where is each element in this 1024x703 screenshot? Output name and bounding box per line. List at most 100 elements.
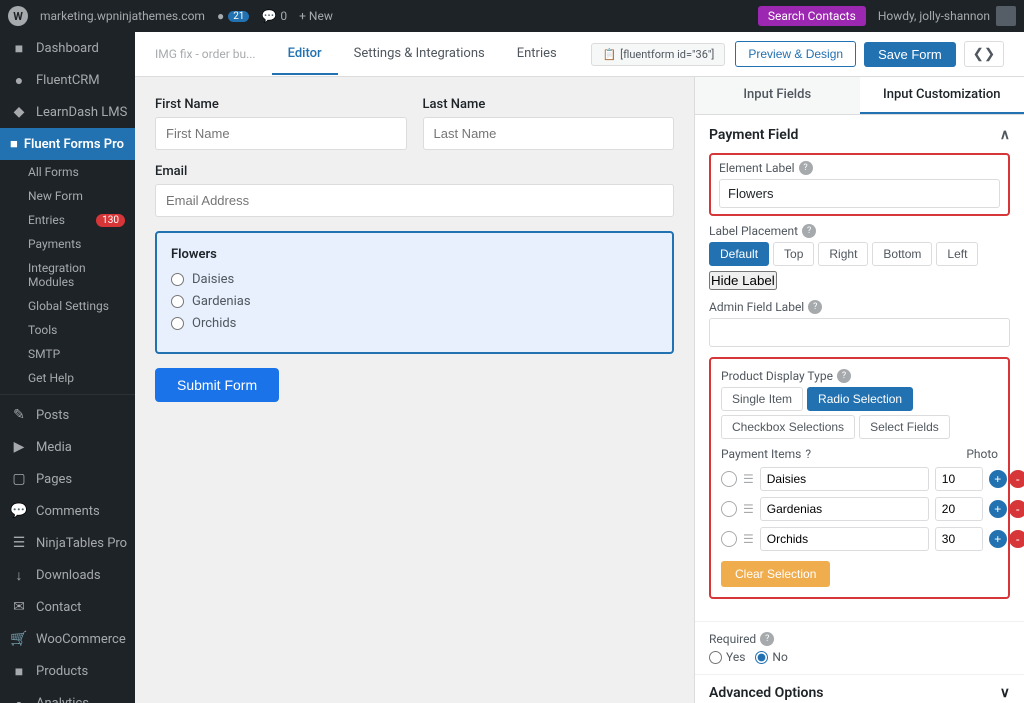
sidebar-item-products[interactable]: ■ Products: [0, 655, 135, 687]
payment-items-info-icon[interactable]: ?: [805, 447, 811, 461]
clear-selection-button[interactable]: Clear Selection: [721, 561, 830, 587]
product-display-type-info-icon[interactable]: ?: [837, 369, 851, 383]
sidebar-item-payments[interactable]: Payments: [0, 232, 135, 256]
item-actions-2: + -: [989, 500, 1024, 518]
admin-field-label-input[interactable]: [709, 318, 1010, 347]
radio-gardenias[interactable]: [171, 295, 184, 308]
search-contacts-button[interactable]: Search Contacts: [758, 6, 866, 26]
sidebar-item-global-settings[interactable]: Global Settings: [0, 294, 135, 318]
sidebar-item-downloads[interactable]: ↓ Downloads: [0, 559, 135, 591]
label-placement-buttons: Default Top Right Bottom Left: [709, 242, 1010, 266]
drag-handle-2[interactable]: ☰: [743, 502, 754, 516]
sidebar-item-new-form[interactable]: New Form: [0, 184, 135, 208]
sidebar-item-media[interactable]: ▶ Media: [0, 431, 135, 463]
item-add-button-2[interactable]: +: [989, 500, 1007, 518]
first-name-field: First Name: [155, 97, 407, 150]
sidebar-item-fluentcrm[interactable]: ● FluentCRM: [0, 64, 135, 96]
fluent-forms-icon: ■: [10, 136, 18, 152]
sidebar-item-learndash[interactable]: ◆ LearnDash LMS: [0, 96, 135, 128]
payment-field-collapse-icon[interactable]: ∧: [1000, 127, 1010, 143]
required-info-icon[interactable]: ?: [760, 632, 774, 646]
shortcode-box[interactable]: 📋 [fluentform id="36"]: [591, 43, 725, 66]
sidebar-item-comments[interactable]: 💬 Comments: [0, 495, 135, 527]
sidebar-item-ninja-tables[interactable]: ☰ NinjaTables Pro: [0, 527, 135, 559]
notifications[interactable]: ● 21: [217, 9, 250, 23]
item-name-input-1[interactable]: [760, 467, 929, 491]
radio-option-3: Orchids: [171, 316, 658, 331]
sidebar-item-integration-modules[interactable]: Integration Modules: [0, 256, 135, 294]
display-checkbox-selections-button[interactable]: Checkbox Selections: [721, 415, 855, 439]
item-remove-button-2[interactable]: -: [1009, 500, 1024, 518]
sidebar-item-contact[interactable]: ✉ Contact: [0, 591, 135, 623]
breadcrumb: IMG fix - order bu...: [155, 47, 256, 61]
panel-tabs: Input Fields Input Customization: [695, 77, 1024, 115]
payment-item-row-2: ☰ + -: [721, 497, 998, 521]
submit-form-button[interactable]: Submit Form: [155, 368, 279, 402]
required-no-radio[interactable]: [755, 651, 768, 664]
sidebar-item-analytics[interactable]: ▪ Analytics: [0, 687, 135, 703]
sidebar-item-all-forms[interactable]: All Forms: [0, 160, 135, 184]
display-select-fields-button[interactable]: Select Fields: [859, 415, 950, 439]
element-label-info-icon[interactable]: ?: [799, 161, 813, 175]
sidebar-item-posts[interactable]: ✎ Posts: [0, 399, 135, 431]
preview-design-button[interactable]: Preview & Design: [735, 41, 856, 67]
sidebar-item-pages[interactable]: ▢ Pages: [0, 463, 135, 495]
save-form-button[interactable]: Save Form: [864, 42, 956, 67]
drag-handle-1[interactable]: ☰: [743, 472, 754, 486]
drag-handle-3[interactable]: ☰: [743, 532, 754, 546]
element-label-input[interactable]: [719, 179, 1000, 208]
form-canvas: First Name Last Name Email Flowers: [135, 77, 694, 703]
last-name-input[interactable]: [423, 117, 675, 150]
required-no-label: No: [755, 650, 787, 664]
email-row: Email: [155, 164, 674, 217]
placement-top-button[interactable]: Top: [773, 242, 814, 266]
placement-default-button[interactable]: Default: [709, 242, 769, 266]
new-button[interactable]: + New: [299, 9, 333, 23]
media-icon: ▶: [10, 438, 28, 456]
tab-entries[interactable]: Entries: [501, 34, 573, 75]
admin-bar: W marketing.wpninjathemes.com ● 21 💬 0 +…: [0, 0, 1024, 32]
analytics-icon: ▪: [10, 694, 28, 703]
comments-icon: 💬: [10, 502, 28, 520]
comments-notif[interactable]: 💬 0: [261, 9, 287, 23]
sidebar-item-woocommerce[interactable]: 🛒 WooCommerce: [0, 623, 135, 655]
item-name-input-3[interactable]: [760, 527, 929, 551]
fluent-forms-header[interactable]: ■ Fluent Forms Pro: [0, 128, 135, 160]
item-name-input-2[interactable]: [760, 497, 929, 521]
radio-daisies[interactable]: [171, 273, 184, 286]
tab-input-customization[interactable]: Input Customization: [860, 77, 1024, 114]
admin-field-label-info-icon[interactable]: ?: [808, 300, 822, 314]
sidebar-item-get-help[interactable]: Get Help: [0, 366, 135, 390]
tab-editor[interactable]: Editor: [272, 34, 338, 75]
first-name-input[interactable]: [155, 117, 407, 150]
display-radio-selection-button[interactable]: Radio Selection: [807, 387, 913, 411]
placement-left-button[interactable]: Left: [936, 242, 978, 266]
tab-input-fields[interactable]: Input Fields: [695, 77, 860, 114]
item-price-input-3[interactable]: [935, 527, 983, 551]
item-radio-1: [721, 471, 737, 487]
item-remove-button-1[interactable]: -: [1009, 470, 1024, 488]
sidebar-item-entries[interactable]: Entries 130: [0, 208, 135, 232]
sidebar-item-smtp[interactable]: SMTP: [0, 342, 135, 366]
email-input[interactable]: [155, 184, 674, 217]
placement-right-button[interactable]: Right: [818, 242, 868, 266]
hide-label-button[interactable]: Hide Label: [709, 271, 777, 290]
item-add-button-1[interactable]: +: [989, 470, 1007, 488]
display-single-item-button[interactable]: Single Item: [721, 387, 803, 411]
tab-bar: IMG fix - order bu... Editor Settings & …: [135, 32, 1024, 77]
item-price-input-2[interactable]: [935, 497, 983, 521]
label-placement-info-icon[interactable]: ?: [802, 224, 816, 238]
sidebar-item-dashboard[interactable]: ■ Dashboard: [0, 32, 135, 64]
placement-bottom-button[interactable]: Bottom: [872, 242, 932, 266]
payment-field-title: Flowers: [171, 247, 658, 262]
advanced-options-expand-icon[interactable]: ∨: [1000, 685, 1010, 701]
fullscreen-button[interactable]: ❮❯: [964, 41, 1004, 67]
email-label: Email: [155, 164, 674, 179]
item-price-input-1[interactable]: [935, 467, 983, 491]
item-remove-button-3[interactable]: -: [1009, 530, 1024, 548]
radio-orchids[interactable]: [171, 317, 184, 330]
required-yes-radio[interactable]: [709, 651, 722, 664]
item-add-button-3[interactable]: +: [989, 530, 1007, 548]
tab-settings-integrations[interactable]: Settings & Integrations: [338, 34, 501, 75]
sidebar-item-tools[interactable]: Tools: [0, 318, 135, 342]
